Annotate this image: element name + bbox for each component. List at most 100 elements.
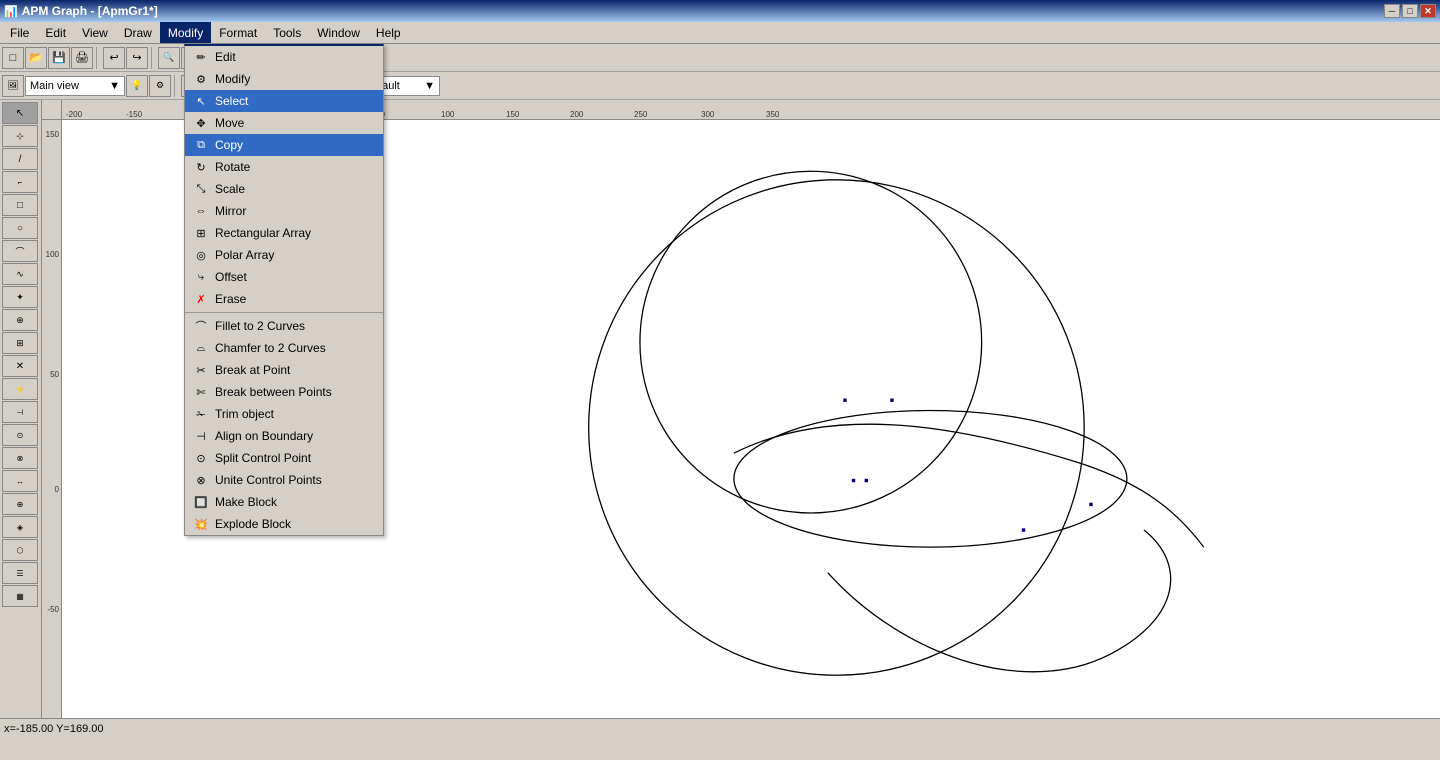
ruler-tick-top-9: 250 [634,110,647,119]
split-cp-icon: ⊙ [193,450,209,466]
left-tool-unite[interactable]: ⊗ [2,447,38,469]
menu-file[interactable]: File [2,22,37,43]
menu-tools[interactable]: Tools [265,22,309,43]
left-tool-rect[interactable]: □ [2,194,38,216]
scale-icon: ⤡ [193,181,209,197]
menu-item-fillet[interactable]: ⌒ Fillet to 2 Curves [185,315,383,337]
menu-item-edit[interactable]: ✏ Edit [185,46,383,68]
left-tool-node[interactable]: ⊹ [2,125,38,147]
left-tool-snap[interactable]: ⚡ [2,378,38,400]
tb-print[interactable]: 🖨 [71,47,93,69]
left-tool-hex[interactable]: ⬡ [2,539,38,561]
maximize-button[interactable]: □ [1402,4,1418,18]
ruler-tick-top-11: 350 [766,110,779,119]
left-tool-line[interactable]: / [2,148,38,170]
menu-view[interactable]: View [74,22,116,43]
left-tool-align[interactable]: ⊣ [2,401,38,423]
menu-item-mirror[interactable]: ⇔ Mirror [185,200,383,222]
menu-label-make-block: Make Block [215,495,277,509]
menu-item-copy[interactable]: ⧉ Copy [185,134,383,156]
menu-item-rotate[interactable]: ↻ Rotate [185,156,383,178]
tb-light1[interactable]: 💡 [126,75,148,97]
ruler-corner [42,100,62,120]
ruler-left: 150100500-50 [42,120,62,718]
ruler-tick-left-4: -50 [47,605,59,614]
left-tool-select[interactable]: ↖ [2,102,38,124]
tb-zoom-region[interactable]: 🔍 [158,47,180,69]
menu-item-break-point[interactable]: ✂ Break at Point [185,359,383,381]
tb-sep1 [96,47,100,69]
break-point-icon: ✂ [193,362,209,378]
menu-item-split-cp[interactable]: ⊙ Split Control Point [185,447,383,469]
modify-menu: ✏ Edit ⚙ Modify ↖ Select ✥ Move ⧉ Copy ↻… [184,44,384,536]
title-bar-left: 📊 APM Graph - [ApmGr1*] [4,4,158,18]
menu-edit[interactable]: Edit [37,22,74,43]
menu-modify[interactable]: Modify [160,22,211,43]
menu-item-break-between[interactable]: ✄ Break between Points [185,381,383,403]
left-tool-erase[interactable]: ✕ [2,355,38,377]
left-tool-arc[interactable]: ⌒ [2,240,38,262]
left-toolbar: ↖ ⊹ / ⌐ □ ○ ⌒ ∿ ✦ ⊕ ⊞ ✕ ⚡ ⊣ ⊙ ⊗ ↔ ⊕ ◈ ⬡ … [0,100,42,718]
left-tool-array[interactable]: ⊞ [2,332,38,354]
menu-item-erase[interactable]: ✗ Erase [185,288,383,310]
tb-new[interactable]: □ [2,47,24,69]
menu-window[interactable]: Window [309,22,368,43]
title-bar: 📊 APM Graph - [ApmGr1*] ─ □ ✕ [0,0,1440,22]
left-tool-star[interactable]: ✦ [2,286,38,308]
menu-help[interactable]: Help [368,22,409,43]
left-tool-polyline[interactable]: ⌐ [2,171,38,193]
minimize-button[interactable]: ─ [1384,4,1400,18]
tb-sep4 [174,75,178,97]
menu-label-rotate: Rotate [215,160,250,174]
ruler-tick-top-0: -200 [66,110,82,119]
menu-item-make-block[interactable]: 🔲 Make Block [185,491,383,513]
menu-item-scale[interactable]: ⤡ Scale [185,178,383,200]
menu-item-move[interactable]: ✥ Move [185,112,383,134]
ruler-tick-left-1: 100 [46,250,59,259]
menu-item-trim[interactable]: ✁ Trim object [185,403,383,425]
break-between-icon: ✄ [193,384,209,400]
window-title: APM Graph - [ApmGr1*] [22,4,158,18]
menu-item-polar-array[interactable]: ◎ Polar Array [185,244,383,266]
left-tool-trim[interactable]: ◈ [2,516,38,538]
tb-redo[interactable]: ↪ [126,47,148,69]
tb-open[interactable]: 📂 [25,47,47,69]
menu-divider-1 [185,312,383,313]
menu-item-select[interactable]: ↖ Select [185,90,383,112]
menu-label-align-boundary: Align on Boundary [215,429,313,443]
tb-save[interactable]: 💾 [48,47,70,69]
menu-item-modify[interactable]: ⚙ Modify [185,68,383,90]
tb-sep2 [151,47,155,69]
left-tool-mirror[interactable]: ↔ [2,470,38,492]
left-tool-block[interactable]: ▦ [2,585,38,607]
menu-format[interactable]: Format [211,22,265,43]
tb-light2[interactable]: ⚙ [149,75,171,97]
left-tool-split[interactable]: ⊙ [2,424,38,446]
close-button[interactable]: ✕ [1420,4,1436,18]
chevron-down-icon: ▼ [109,80,120,92]
left-tool-circle[interactable]: ○ [2,217,38,239]
tb-view-dropdown[interactable]: Main view ▼ [25,76,125,96]
left-tool-hatch[interactable]: ☰ [2,562,38,584]
title-bar-controls: ─ □ ✕ [1384,4,1436,18]
menu-item-rect-array[interactable]: ⊞ Rectangular Array [185,222,383,244]
menu-item-unite-cp[interactable]: ⊗ Unite Control Points [185,469,383,491]
menu-item-align-boundary[interactable]: ⊣ Align on Boundary [185,425,383,447]
left-tool-offset[interactable]: ⊕ [2,493,38,515]
left-tool-spline[interactable]: ∿ [2,263,38,285]
ruler-tick-top-6: 100 [441,110,454,119]
menu-label-select: Select [215,94,248,108]
menu-item-chamfer[interactable]: ⌓ Chamfer to 2 Curves [185,337,383,359]
tb-view-icon[interactable]: 🖼 [2,75,24,97]
status-text: x=-185.00 Y=169.00 [4,723,104,735]
erase-icon: ✗ [193,291,209,307]
menu-item-offset[interactable]: ⤷ Offset [185,266,383,288]
menu-draw[interactable]: Draw [116,22,160,43]
tb-undo[interactable]: ↩ [103,47,125,69]
menu-label-unite-cp: Unite Control Points [215,473,322,487]
left-tool-cross[interactable]: ⊕ [2,309,38,331]
menu-label-erase: Erase [215,292,246,306]
view-label: Main view [30,80,79,92]
menu-item-explode-block[interactable]: 💥 Explode Block [185,513,383,535]
ruler-tick-top-7: 150 [506,110,519,119]
